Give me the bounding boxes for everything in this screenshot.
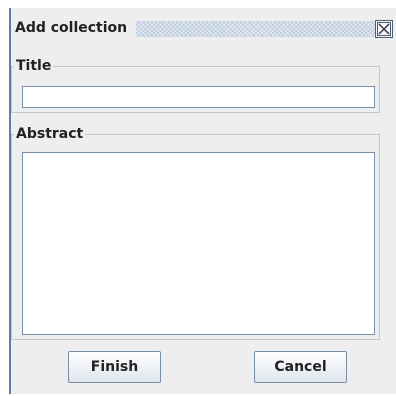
cancel-button[interactable]: Cancel (254, 351, 347, 383)
abstract-label: Abstract (16, 126, 84, 142)
finish-button[interactable]: Finish (68, 351, 161, 383)
titlebar-drag-pattern[interactable] (136, 21, 380, 37)
dialog-titlebar[interactable]: Add collection (11, 14, 396, 42)
title-input[interactable] (22, 86, 375, 108)
title-label: Title (16, 58, 52, 74)
close-button[interactable] (375, 20, 393, 38)
abstract-textarea[interactable] (22, 152, 375, 335)
dialog-title: Add collection (15, 20, 128, 36)
close-icon (377, 22, 391, 36)
